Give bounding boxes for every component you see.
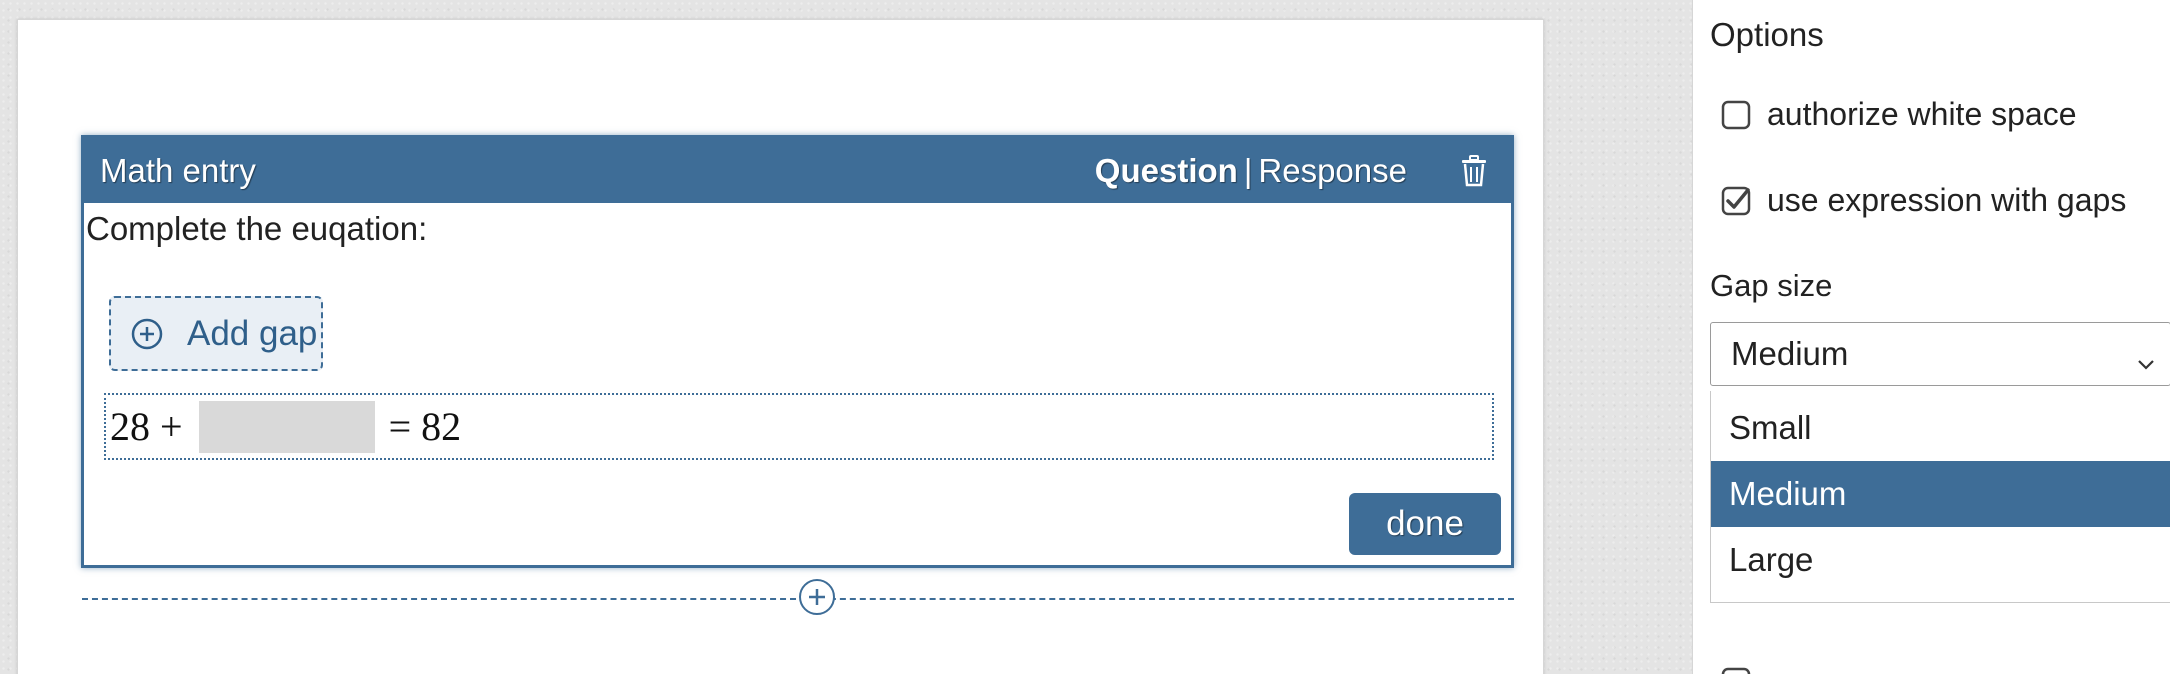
question-prompt: Complete the euqation: [86,210,428,247]
expression-left: 28 + [110,404,183,449]
chevron-down-icon [2136,345,2156,370]
tab-response[interactable]: Response [1258,152,1407,190]
checkbox-checked-icon [1721,186,1751,216]
authorize-white-space-checkbox[interactable]: authorize white space [1721,96,2077,133]
dropdown-option-large[interactable]: Large [1711,527,2170,593]
expression-editor[interactable]: 28 + = 82 [104,393,1494,460]
mode-switch: Question | Response [1095,152,1407,190]
plus-circle-icon[interactable] [798,578,836,616]
widget-title: Math entry [100,151,256,189]
checkbox-unchecked-icon [1721,100,1751,130]
gap-size-select[interactable]: Medium [1710,322,2170,386]
dropdown-option-medium[interactable]: Medium [1711,461,2170,527]
gap-size-dropdown: Small Medium Large [1710,391,2170,603]
checkbox-label: authorize white space [1767,96,2077,132]
done-button[interactable]: done [1349,493,1501,555]
editor-canvas: Math entry Question | Response Complete … [17,19,1544,674]
plus-circle-icon [131,318,163,350]
tab-question[interactable]: Question [1095,152,1238,190]
add-gap-button[interactable]: Add gap [109,296,323,371]
mode-separator: | [1243,151,1253,189]
gap-size-label: Gap size [1710,268,1833,303]
add-gap-label: Add gap [187,313,318,353]
checkbox-label: use expression with gaps [1767,182,2127,218]
dropdown-option-small[interactable]: Small [1711,395,2170,461]
expression-right: = 82 [388,404,462,449]
gap-size-value: Medium [1731,335,1849,372]
math-entry-widget: Math entry Question | Response Complete … [81,135,1514,568]
gap-placeholder[interactable] [198,400,375,453]
checkbox-unchecked-icon[interactable] [1721,667,1751,674]
widget-header: Math entry Question | Response [84,138,1511,203]
use-expression-with-gaps-checkbox[interactable]: use expression with gaps [1721,182,2126,219]
options-panel: Options authorize white space use expres… [1692,0,2170,674]
trash-icon[interactable] [1459,154,1489,188]
options-title: Options [1710,16,1824,53]
